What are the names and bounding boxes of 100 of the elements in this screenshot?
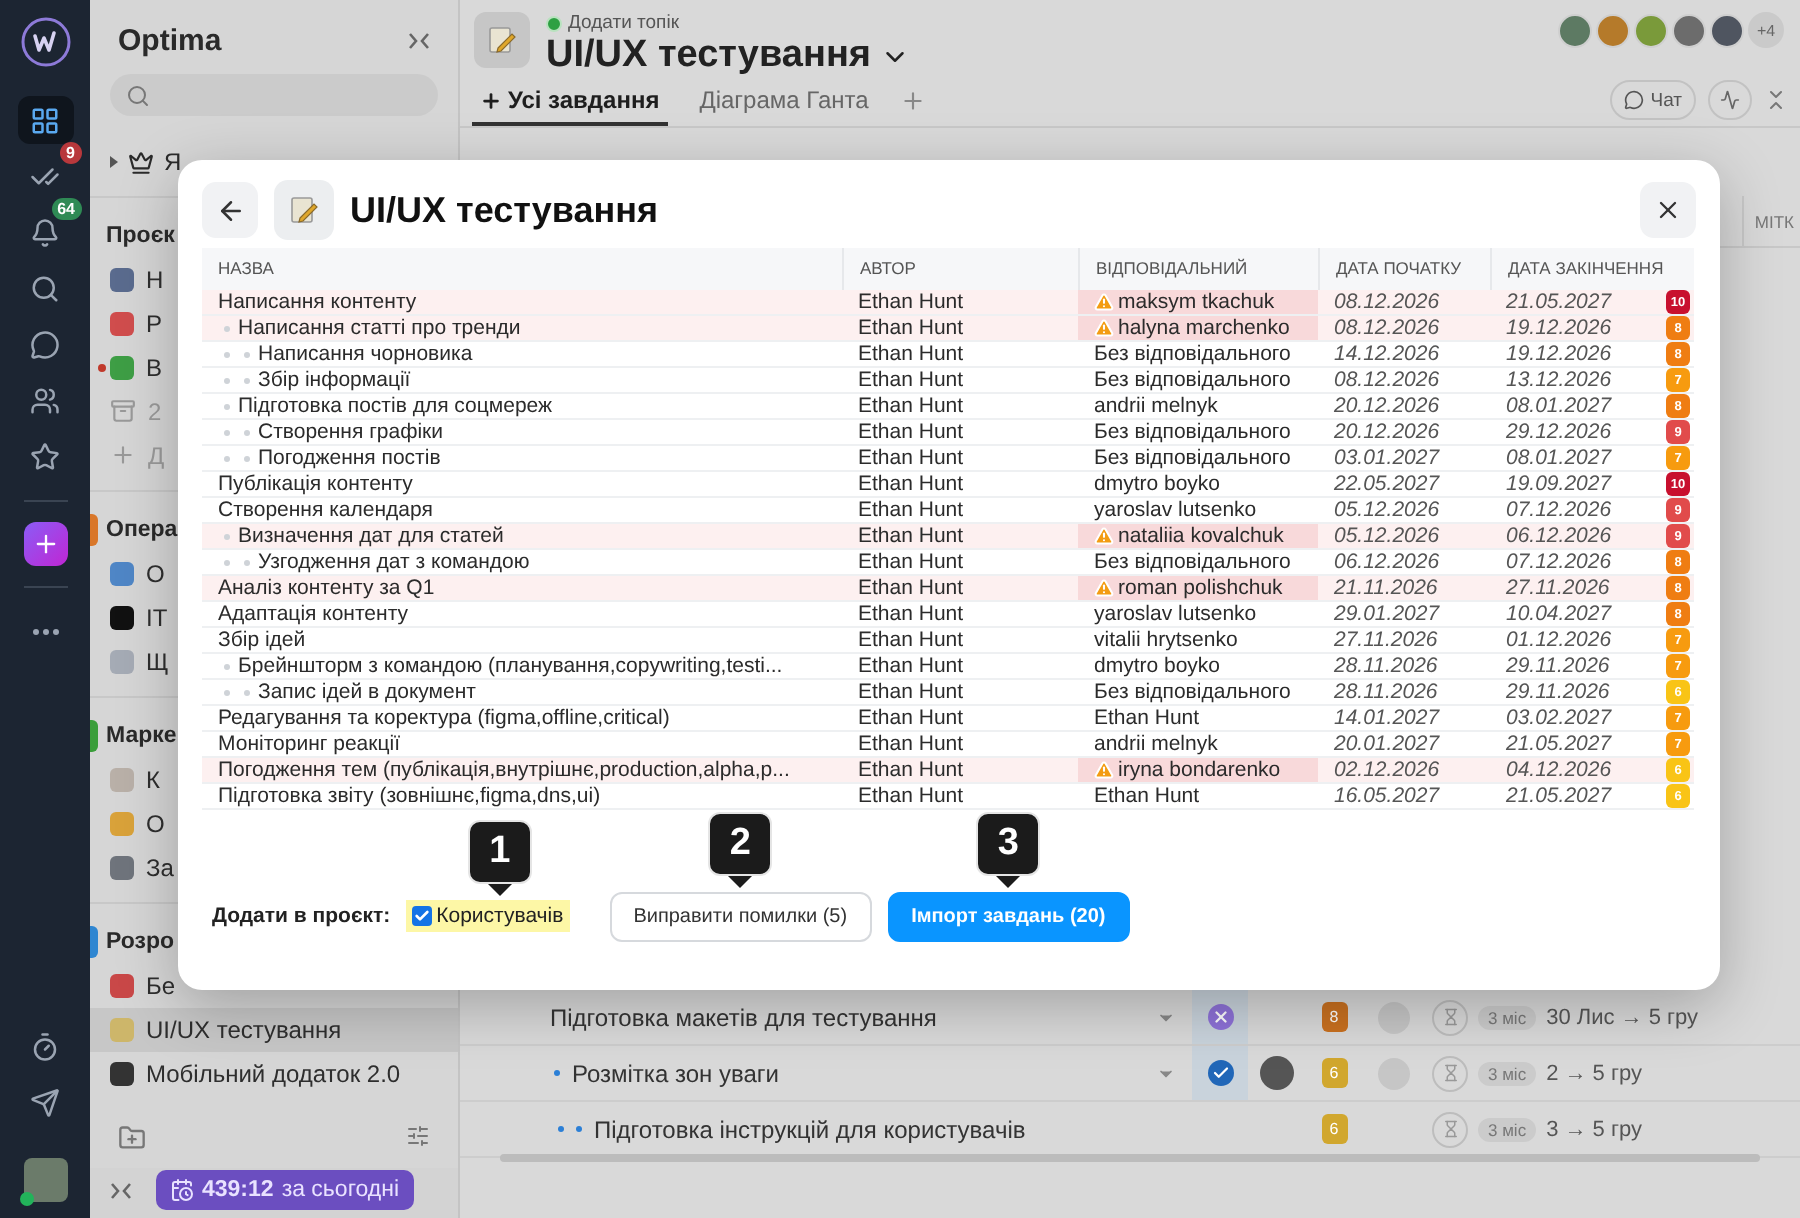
end-date-cell-text: 19.09.2027 — [1504, 472, 1614, 496]
end-date-cell-text: 29.11.2026 — [1504, 654, 1612, 678]
end-date-cell-text: 29.12.2026 — [1504, 420, 1614, 444]
column-header: НАЗВА — [216, 256, 276, 282]
author-cell-text: Ethan Hunt — [856, 550, 966, 574]
start-date-cell-text: 22.05.2027 — [1332, 472, 1442, 496]
priority-badge: 6 — [1321, 1058, 1347, 1088]
step-callout: 2 — [708, 811, 773, 887]
end-date-cell-text: 27.11.2026 — [1504, 576, 1612, 600]
assignee-cell: roman polishchuk — [1078, 576, 1318, 600]
assignee-cell-text: yaroslav lutsenko — [1092, 498, 1259, 522]
author-cell-text: Ethan Hunt — [856, 680, 966, 704]
assignee-cell-text: Без відповідального — [1092, 368, 1293, 392]
end-date-cell-text: 08.01.2027 — [1504, 446, 1614, 470]
start-date-cell-text: 14.12.2026 — [1332, 342, 1442, 366]
start-date-cell-text: 21.11.2026 — [1332, 576, 1440, 600]
author-cell-text: Ethan Hunt — [856, 342, 966, 366]
task-name: Збір інформації — [258, 368, 411, 392]
start-date-cell-text: 29.01.2027 — [1332, 602, 1442, 626]
author-cell-text: Ethan Hunt — [856, 706, 966, 730]
assignee-cell: halyna marchenko — [1078, 316, 1318, 340]
start-date-cell-text: 05.12.2026 — [1332, 498, 1442, 522]
start-date-cell-text: 08.12.2026 — [1332, 316, 1442, 340]
assignee-cell-text: Без відповідального — [1092, 420, 1293, 444]
assignee-cell-text: andrii melnyk — [1092, 732, 1220, 756]
date-range: 3 → 5 гру — [1546, 1117, 1642, 1141]
author-cell-text: Ethan Hunt — [856, 368, 966, 392]
end-date-cell-text: 21.05.2027 — [1504, 784, 1614, 808]
assignee-cell-text: vitalii hrytsenko — [1092, 628, 1240, 652]
end-date-cell-text: 21.05.2027 — [1504, 732, 1614, 756]
end-date-cell-text: 19.12.2026 — [1504, 316, 1614, 340]
author-cell-text: Ethan Hunt — [856, 420, 966, 444]
count-badge: 9 — [60, 142, 81, 164]
end-date-cell-text: 13.12.2026 — [1504, 368, 1614, 392]
start-date-cell-text: 14.01.2027 — [1332, 706, 1442, 730]
column-header: МІТК — [1742, 196, 1800, 246]
author-cell-text: Ethan Hunt — [856, 394, 966, 418]
start-date-cell-text: 08.12.2026 — [1332, 368, 1442, 392]
workspace-title: Optima — [118, 24, 222, 58]
date-range: 2 → 5 гру — [1546, 1061, 1642, 1085]
assignee-cell-text: andrii melnyk — [1092, 394, 1220, 418]
start-date-cell-text: 20.12.2026 — [1332, 420, 1442, 444]
assignee-cell-text: Без відповідального — [1092, 446, 1293, 470]
task-name: Публікація контенту — [218, 472, 413, 496]
end-date-cell-text: 10.04.2027 — [1504, 602, 1614, 626]
assignee-cell: maksym tkachuk — [1078, 290, 1318, 314]
start-date-cell-text: 16.05.2027 — [1332, 784, 1442, 808]
task-name: Підготовка постів для соцмереж — [238, 394, 553, 418]
duration-tag: 3 міс — [1478, 1005, 1537, 1029]
add-to-project-label: Додати в проєкт: — [212, 904, 391, 928]
start-date-cell-text: 20.12.2026 — [1332, 394, 1442, 418]
end-date-cell-text: 19.12.2026 — [1504, 342, 1614, 366]
task-name: Узгодження дат з командою — [258, 550, 530, 574]
start-date-cell-text: 27.11.2026 — [1332, 628, 1440, 652]
author-cell-text: Ethan Hunt — [856, 498, 966, 522]
author-cell-text: Ethan Hunt — [856, 524, 966, 548]
author-cell-text: Ethan Hunt — [856, 290, 966, 314]
assignee-cell-text: dmytro boyko — [1092, 472, 1223, 496]
task-name: Збір ідей — [218, 628, 306, 652]
start-date-cell-text: 20.01.2027 — [1332, 732, 1442, 756]
task-name: Погодження тем (публікація,внутрішнє,production,alpha,p... — [218, 758, 790, 782]
author-cell-text: Ethan Hunt — [856, 732, 966, 756]
task-name: Створення графіки — [258, 420, 444, 444]
start-date-cell-text: 02.12.2026 — [1332, 758, 1442, 782]
task-name: Моніторинг реакції — [218, 732, 400, 756]
end-date-cell-text: 29.11.2026 — [1504, 680, 1612, 704]
priority-badge: 8 — [1321, 1002, 1347, 1032]
task-name: Адаптація контенту — [218, 602, 408, 626]
task-name: Написання контенту — [218, 290, 417, 314]
author-cell-text: Ethan Hunt — [856, 602, 966, 626]
task-name: Підготовка звіту (зовнішнє,figma,dns,ui) — [218, 784, 601, 808]
end-date-cell-text: 06.12.2026 — [1504, 524, 1614, 548]
author-cell-text: Ethan Hunt — [856, 316, 966, 340]
count-badge: 64 — [51, 198, 81, 220]
task-name: Створення календаря — [218, 498, 433, 522]
task-name: Погодження постів — [258, 446, 441, 470]
duration-tag: 3 міс — [1478, 1061, 1537, 1085]
duration-tag: 3 міс — [1478, 1117, 1537, 1141]
task-name: Написання статті про тренди — [238, 316, 521, 340]
end-date-cell-text: 07.12.2026 — [1504, 550, 1614, 574]
end-date-cell-text: 08.01.2027 — [1504, 394, 1614, 418]
date-range: 30 Лис → 5 гру — [1546, 1005, 1699, 1029]
step-callout: 3 — [976, 811, 1041, 887]
task-name: Аналіз контенту за Q1 — [218, 576, 435, 600]
priority-badge: 6 — [1321, 1114, 1347, 1144]
end-date-cell-text: 04.12.2026 — [1504, 758, 1614, 782]
end-date-cell-text: 01.12.2026 — [1504, 628, 1614, 652]
dialog-title: UI/UX тестування — [350, 189, 660, 231]
author-cell-text: Ethan Hunt — [856, 758, 966, 782]
author-cell-text: Ethan Hunt — [856, 446, 966, 470]
author-cell-text: Ethan Hunt — [856, 784, 966, 808]
task-name: Редагування та коректура (figma,offline,critical) — [218, 706, 670, 730]
step-callout: 1 — [467, 820, 532, 896]
assignee-cell-text: Ethan Hunt — [1092, 784, 1202, 808]
assignee-cell: nataliia kovalchuk — [1078, 524, 1318, 548]
assignee-cell-text: Без відповідального — [1092, 342, 1293, 366]
author-cell-text: Ethan Hunt — [856, 576, 966, 600]
start-date-cell-text: 03.01.2027 — [1332, 446, 1442, 470]
author-cell-text: Ethan Hunt — [856, 472, 966, 496]
end-date-cell-text: 21.05.2027 — [1504, 290, 1614, 314]
